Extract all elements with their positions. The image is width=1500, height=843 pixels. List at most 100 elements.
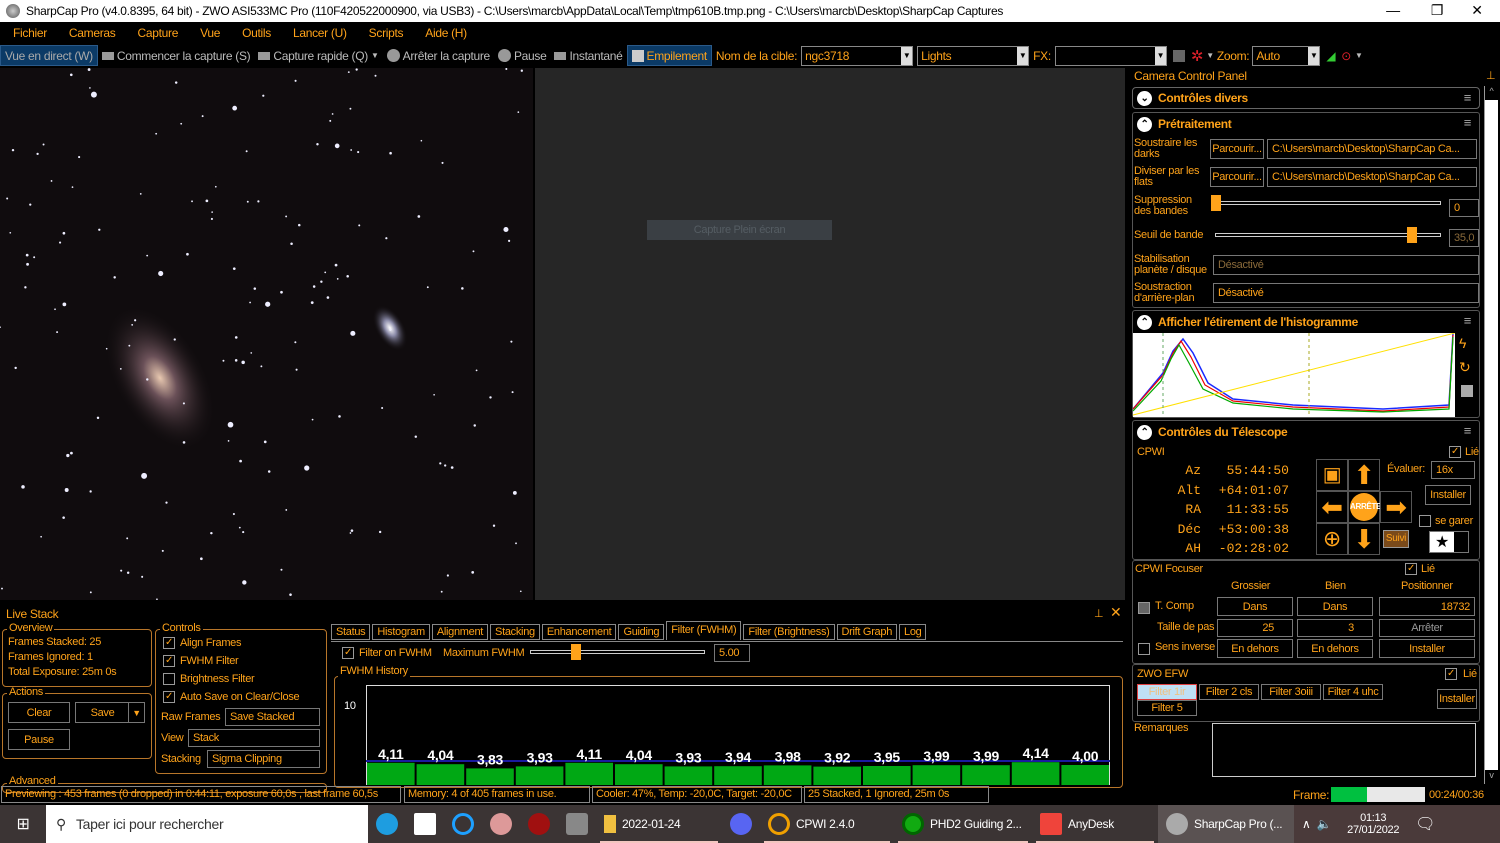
app-4[interactable] [482, 805, 520, 843]
filter-5-button[interactable]: Filter 5 [1137, 700, 1197, 716]
tab-filter-fwhm[interactable]: Filter (FWHM) [666, 621, 742, 640]
crosshair-icon[interactable]: ✲ [1191, 47, 1204, 65]
fullscreen-capture-button[interactable]: Capture Plein écran [647, 220, 832, 240]
panel-scrollbar[interactable]: ^ v [1484, 86, 1498, 784]
chevron-up-icon[interactable]: ∧ [1302, 817, 1311, 831]
fine-out-button[interactable]: En dehors [1297, 639, 1373, 658]
threshold-slider-thumb[interactable] [1407, 227, 1417, 243]
notifications-button[interactable]: 🗨 [1407, 805, 1500, 843]
minimize-button[interactable]: — [1370, 0, 1416, 22]
section-misc-controls[interactable]: ⌄ Contrôles divers ≡ [1132, 87, 1480, 109]
mount-linked-checkbox[interactable]: ✓ [1449, 446, 1461, 458]
focuser-linked-checkbox[interactable]: ✓ [1405, 563, 1417, 575]
lightning-icon[interactable]: ϟ [1459, 335, 1466, 351]
arrow-left-icon[interactable]: ⬅ [1316, 491, 1348, 523]
banding-input[interactable]: 0 [1449, 199, 1479, 217]
filter-4-button[interactable]: Filter 4 uhc [1323, 684, 1383, 700]
menu-icon[interactable]: ≡ [1464, 314, 1472, 327]
volume-icon[interactable]: 🔈 [1316, 817, 1331, 831]
menu-scripts[interactable]: Scripts [356, 26, 413, 40]
mount-setup-button[interactable]: Installer [1425, 485, 1471, 505]
coarse-step-input[interactable]: 25 [1217, 619, 1293, 637]
tracking-button[interactable]: Suivi [1382, 530, 1410, 548]
menu-cameras[interactable]: Cameras [56, 26, 125, 40]
stop-slew-button[interactable]: ARRÊTE [1348, 491, 1381, 523]
raw-frames-select[interactable]: Save Stacked [225, 708, 320, 726]
filter-on-fwhm-checkbox[interactable]: ✓ [342, 647, 354, 659]
system-tray[interactable]: ∧ 🔈 [1294, 805, 1340, 843]
chevron-down-icon[interactable]: ▼ [1017, 46, 1029, 65]
app-2[interactable] [406, 805, 444, 843]
reset-icon[interactable]: ↻ [1459, 359, 1471, 376]
arrow-down-icon[interactable]: ⬇ [1348, 523, 1380, 555]
auto-save-checkbox[interactable]: ✓ [163, 691, 175, 703]
start-button[interactable]: ⊞ [0, 805, 46, 843]
tab-log[interactable]: Log [899, 624, 927, 640]
background-subtraction-select[interactable]: Désactivé [1213, 283, 1479, 303]
fine-step-input[interactable]: 3 [1297, 619, 1373, 637]
arrow-right-icon[interactable]: ➡ [1380, 491, 1412, 523]
edge-app[interactable] [368, 805, 406, 843]
tab-status[interactable]: Status [331, 624, 371, 640]
discord-app[interactable] [722, 805, 760, 843]
pin-icon[interactable]: ⊥ [1486, 71, 1496, 82]
clock[interactable]: 01:13 27/01/2022 [1339, 805, 1408, 843]
cpwi-task[interactable]: CPWI 2.4.0 [760, 805, 894, 843]
menu-icon[interactable]: ≡ [1464, 424, 1472, 437]
planet-stabilization-select[interactable]: Désactivé [1213, 255, 1479, 275]
image-viewer[interactable] [0, 68, 533, 600]
temp-comp-checkbox[interactable] [1138, 602, 1150, 614]
live-view-button[interactable]: Vue en direct (W) [0, 45, 98, 66]
menu-icon[interactable]: ≡ [1464, 116, 1472, 129]
chevron-down-icon[interactable]: ▼ [1308, 46, 1320, 65]
save-button[interactable]: Save [75, 702, 130, 723]
clear-button[interactable]: Clear [8, 702, 70, 723]
filter-3-button[interactable]: Filter 3oiii [1261, 684, 1321, 700]
histogram-icon[interactable]: ◢ [1326, 49, 1335, 63]
flats-file-select[interactable]: C:\Users\marcb\Desktop\SharpCap Ca... [1267, 167, 1477, 187]
view-select[interactable]: Stack [188, 729, 320, 747]
banding-slider[interactable] [1215, 201, 1441, 205]
filter-2-button[interactable]: Filter 2 cls [1199, 684, 1259, 700]
park-checkbox[interactable] [1419, 515, 1431, 527]
chevron-down-icon[interactable]: ▼ [1154, 46, 1166, 65]
zoom-select[interactable]: Auto ▼ [1252, 45, 1321, 66]
search-box[interactable]: ⚲ Taper ici pour rechercher [46, 805, 368, 843]
settings-icon[interactable] [1172, 49, 1185, 62]
menu-icon[interactable]: ≡ [1464, 91, 1472, 104]
threshold-input[interactable]: 35,0 [1449, 229, 1479, 247]
app-5[interactable] [520, 805, 558, 843]
snapshot-button[interactable]: Instantané [550, 45, 626, 66]
coarse-in-button[interactable]: Dans [1217, 597, 1293, 616]
menu-launch[interactable]: Lancer (U) [280, 26, 356, 40]
menu-view[interactable]: Vue [187, 26, 229, 40]
focuser-stop-button[interactable]: Arrêter [1379, 619, 1475, 637]
tab-stacking[interactable]: Stacking [490, 624, 540, 640]
chevron-down-icon[interactable]: ▼ [128, 702, 145, 723]
tab-histogram[interactable]: Histogram [372, 624, 430, 640]
chevron-down-icon[interactable]: ▼ [1355, 51, 1363, 60]
preprocessing-header[interactable]: ⌃ Prétraitement ≡ [1133, 113, 1479, 135]
pin-icon[interactable]: ⊥ [1094, 609, 1104, 620]
coarse-out-button[interactable]: En dehors [1217, 639, 1293, 658]
close-icon[interactable]: ✕ [1110, 605, 1122, 619]
tab-drift-graph[interactable]: Drift Graph [836, 624, 898, 640]
menu-tools[interactable]: Outils [229, 26, 280, 40]
arrow-up-icon[interactable]: ⬆ [1348, 459, 1380, 491]
notes-textarea[interactable] [1212, 723, 1476, 777]
magnifier-icon[interactable]: ⊙ [1341, 49, 1351, 63]
max-fwhm-slider[interactable] [530, 650, 705, 654]
position-input[interactable]: 18732 [1379, 597, 1475, 616]
app-6[interactable] [558, 805, 596, 843]
target-name-input[interactable]: ngc3718 ▼ [801, 45, 914, 66]
spiral-search-icon[interactable]: ▣ [1316, 459, 1348, 491]
efw-linked-checkbox[interactable]: ✓ [1445, 668, 1457, 680]
align-frames-checkbox[interactable]: ✓ [163, 637, 175, 649]
tab-enhancement[interactable]: Enhancement [541, 624, 617, 640]
stacking-button[interactable]: Empilement [626, 45, 712, 66]
pause-button[interactable]: Pause [494, 45, 551, 66]
folder-task[interactable]: 2022-01-24 [596, 805, 722, 843]
fx-select[interactable]: ▼ [1054, 45, 1167, 66]
darks-file-select[interactable]: C:\Users\marcb\Desktop\SharpCap Ca... [1267, 139, 1477, 159]
fine-in-button[interactable]: Dans [1297, 597, 1373, 616]
